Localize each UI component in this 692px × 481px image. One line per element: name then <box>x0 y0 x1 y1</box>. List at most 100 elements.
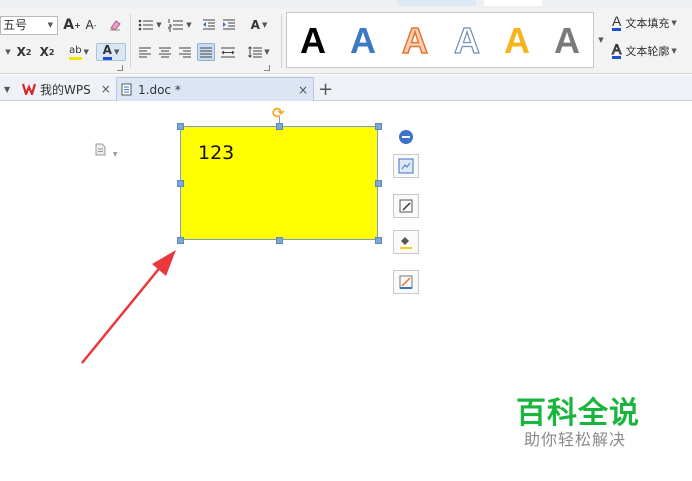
watermark-subtitle: 助你轻松解决 <box>524 430 627 449</box>
pen-outline-icon <box>399 275 413 289</box>
art-style-gallery: A A A A A A <box>286 12 594 68</box>
art-style-gold[interactable]: A <box>497 19 537 63</box>
layout-icon <box>398 158 414 174</box>
text-outline-button[interactable]: A 文本轮廓 ▼ <box>611 41 677 61</box>
paragraph-marker-icon[interactable]: ▼ <box>95 143 117 159</box>
gallery-more-button[interactable]: ▼ <box>596 12 606 68</box>
tab-my-wps[interactable]: 我的WPS × <box>18 77 115 101</box>
line-spacing-button[interactable]: ▼ <box>245 43 273 61</box>
edit-shape-button[interactable] <box>393 194 419 218</box>
resize-handle-top-right[interactable] <box>375 123 382 130</box>
tab-document[interactable]: 1.doc * × <box>116 77 314 101</box>
text-fill-button[interactable]: A 文本填充 ▼ <box>612 13 677 33</box>
align-left-icon <box>139 47 151 58</box>
paragraph-dialog-launcher[interactable] <box>264 65 270 71</box>
tab-text-tools-active[interactable] <box>398 0 476 6</box>
font-size-value: 五号 <box>3 18 28 32</box>
tab-document-label: 1.doc * <box>138 82 181 97</box>
font-size-select[interactable]: 五号 ▼ <box>0 16 58 35</box>
layout-options-button[interactable] <box>393 154 419 178</box>
resize-handle-top[interactable] <box>276 123 283 130</box>
tab-my-wps-label: 我的WPS <box>40 82 91 97</box>
resize-handle-bottom-left[interactable] <box>177 237 184 244</box>
align-right-button[interactable] <box>177 43 193 61</box>
superscript-icon: X <box>16 45 26 59</box>
align-center-button[interactable] <box>157 43 173 61</box>
distribute-icon <box>221 47 235 58</box>
text-fill-icon: A <box>612 13 622 31</box>
indent-icon <box>223 19 235 30</box>
close-icon[interactable]: × <box>298 83 308 97</box>
align-center-icon <box>159 47 171 58</box>
document-icon <box>121 83 132 96</box>
font-color-icon: A <box>102 44 112 60</box>
justify-icon <box>200 47 212 58</box>
resize-handle-top-left[interactable] <box>177 123 184 130</box>
chevron-down-icon: ▼ <box>5 48 11 56</box>
chevron-down-icon: ▼ <box>47 21 53 29</box>
outdent-icon <box>203 19 215 30</box>
art-style-blue[interactable]: A <box>343 19 383 63</box>
grow-font-button[interactable]: A + <box>63 16 81 34</box>
clear-format-button[interactable] <box>106 16 124 34</box>
close-icon[interactable]: × <box>101 82 111 96</box>
text-direction-icon: A <box>250 18 260 32</box>
divider <box>130 14 131 68</box>
bullet-list-icon <box>138 19 154 31</box>
chevron-down-icon: ▼ <box>671 19 677 27</box>
numbered-list-icon <box>168 19 184 32</box>
numbering-button[interactable]: ▼ <box>166 16 194 34</box>
shrink-font-icon: A <box>85 18 94 32</box>
shape-outline-button[interactable] <box>393 270 419 294</box>
art-style-blue-outline[interactable]: A <box>447 19 487 63</box>
font-color-button[interactable]: A ▼ <box>96 43 126 61</box>
resize-handle-right[interactable] <box>375 180 382 187</box>
wps-logo-icon <box>22 83 36 95</box>
format-dropdown[interactable]: ▼ <box>2 43 12 61</box>
subscript-button[interactable]: X2 <box>38 43 56 61</box>
align-left-button[interactable] <box>137 43 153 61</box>
yellow-textbox[interactable]: 123 <box>180 126 378 240</box>
textbox-text[interactable]: 123 <box>198 142 234 164</box>
tab-next[interactable] <box>484 0 542 6</box>
text-outline-icon: A <box>611 41 622 59</box>
chevron-down-icon: ▼ <box>598 36 604 44</box>
subscript-icon: X <box>39 45 49 59</box>
rotate-handle-icon[interactable]: ⟳ <box>272 104 285 122</box>
new-tab-button[interactable]: + <box>318 77 333 101</box>
edit-shape-icon <box>399 199 413 213</box>
shrink-font-button[interactable]: A- <box>83 16 99 34</box>
eraser-icon <box>110 20 121 31</box>
distribute-button[interactable] <box>219 43 237 61</box>
text-outline-label: 文本轮廓 <box>625 45 670 58</box>
art-style-black[interactable]: A <box>293 19 333 63</box>
resize-handle-bottom[interactable] <box>276 237 283 244</box>
tab-list-dropdown[interactable]: ▼ <box>2 77 12 101</box>
art-style-orange-outline[interactable]: A <box>395 19 435 63</box>
increase-indent-button[interactable] <box>220 16 238 34</box>
text-fill-label: 文本填充 <box>625 17 670 30</box>
resize-handle-bottom-right[interactable] <box>375 237 382 244</box>
highlight-icon: ab <box>69 45 82 60</box>
decrease-indent-button[interactable] <box>200 16 218 34</box>
paint-bucket-icon <box>400 237 412 249</box>
divider <box>281 14 282 68</box>
line-spacing-icon <box>248 46 263 58</box>
justify-button[interactable] <box>197 43 215 61</box>
resize-handle-left[interactable] <box>177 180 184 187</box>
highlight-button[interactable]: ab ▼ <box>64 43 94 61</box>
chevron-down-icon: ▼ <box>671 47 677 55</box>
ribbon: 五号 ▼ A + A- ▼ ▼ A ▼ ▼ X2 X2 ab ▼ A ▼ ▼ A… <box>0 8 692 74</box>
align-right-icon <box>179 47 191 58</box>
text-direction-button[interactable]: A ▼ <box>244 16 274 34</box>
art-style-gray[interactable]: A <box>547 19 587 63</box>
chevron-down-icon: ▼ <box>4 84 11 94</box>
collapse-icon[interactable] <box>399 130 413 144</box>
font-dialog-launcher[interactable] <box>117 65 123 71</box>
plus-icon: + <box>318 78 334 100</box>
bullets-button[interactable]: ▼ <box>137 16 163 34</box>
superscript-button[interactable]: X2 <box>15 43 33 61</box>
shape-fill-button[interactable] <box>393 230 419 254</box>
ribbon-tab-strip <box>0 0 692 8</box>
document-tab-bar: ▼ 我的WPS × 1.doc * × + <box>0 75 692 101</box>
